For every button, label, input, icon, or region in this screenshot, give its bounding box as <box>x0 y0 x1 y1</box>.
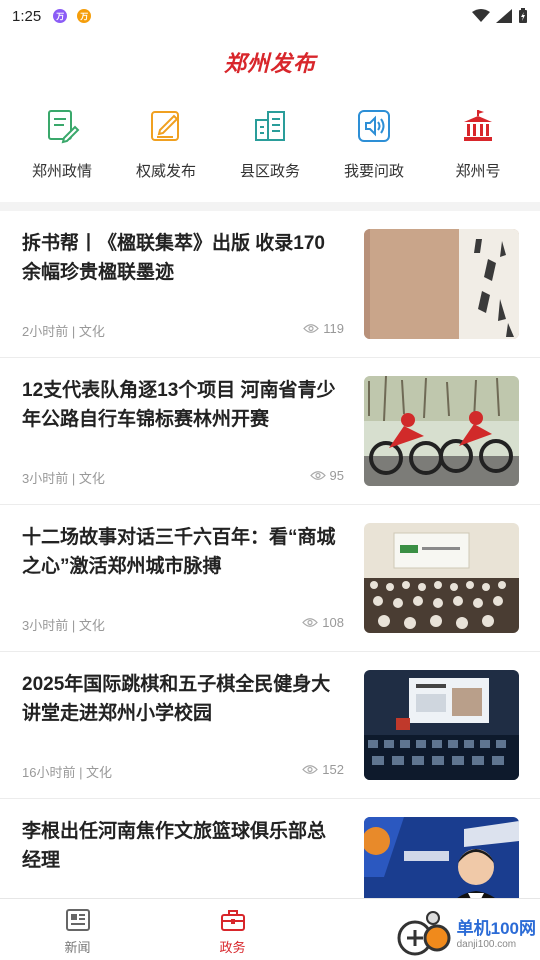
article-title: 12支代表队角逐13个项目 河南省青少年公路自行车锦标赛林州开赛 <box>22 380 336 430</box>
article-meta: 3小时前 | 文化 <box>22 471 105 486</box>
quicknav-label: 县区政务 <box>239 163 300 180</box>
view-count-value: 108 <box>322 615 344 630</box>
brand-logo: 郑州发布 <box>223 51 316 77</box>
article-meta: 16小时前 | 文化 <box>22 765 113 780</box>
tab-news[interactable]: 新闻 <box>0 899 155 960</box>
article-thumbnail <box>364 229 519 339</box>
article-thumbnail <box>364 376 519 486</box>
status-bar: 1:25 万 万 <box>0 0 540 32</box>
signal-icon <box>496 9 512 23</box>
view-count: 95 <box>309 468 344 483</box>
view-count-value: 119 <box>323 321 344 336</box>
article-row[interactable]: 2025年国际跳棋和五子棋全民健身大讲堂走进郑州小学校园 16小时前 | 文化 … <box>0 652 540 799</box>
article-title: 李根出任河南焦作文旅篮球俱乐部总经理 <box>22 821 327 871</box>
article-list: 拆书帮丨《楹联集萃》出版 收录170余幅珍贵楹联墨迹 2小时前 | 文化 119… <box>0 211 540 946</box>
section-divider <box>0 202 540 211</box>
eye-icon <box>302 765 319 774</box>
app-header: 郑州发布 <box>0 32 540 92</box>
quicknav-label: 郑州政情 <box>31 163 92 180</box>
article-row[interactable]: 十二场故事对话三千六百年：看“商城之心”激活郑州城市脉搏 3小时前 | 文化 1… <box>0 505 540 652</box>
quicknav-label: 权威发布 <box>135 163 196 180</box>
quicknav-item-authority[interactable]: 权威发布 <box>118 100 214 190</box>
gamepad-logo-icon <box>397 911 451 956</box>
article-title: 2025年国际跳棋和五子棋全民健身大讲堂走进郑州小学校园 <box>22 674 331 724</box>
eye-icon <box>303 324 320 333</box>
article-title: 十二场故事对话三千六百年：看“商城之心”激活郑州城市脉搏 <box>22 527 336 577</box>
quicknav-item-zzhao[interactable]: 郑州号 <box>430 100 526 190</box>
article-meta: 2小时前 | 文化 <box>22 324 105 339</box>
speaker-icon <box>354 106 394 146</box>
view-count: 119 <box>303 321 344 336</box>
view-count-value: 95 <box>329 468 344 483</box>
article-row[interactable]: 12支代表队角逐13个项目 河南省青少年公路自行车锦标赛林州开赛 3小时前 | … <box>0 358 540 505</box>
quicknav-item-zhengqing[interactable]: 郑州政情 <box>14 100 110 190</box>
battery-icon <box>519 8 527 23</box>
notification-icon: 万 <box>77 9 92 23</box>
quicknav-label: 郑州号 <box>455 163 501 180</box>
quicknav-label: 我要问政 <box>343 163 404 180</box>
notification-icon: 万 <box>53 9 68 23</box>
quick-nav: 郑州政情 权威发布 县区政务 我要问政 郑州号 <box>0 100 540 190</box>
watermark-title: 单机100网 <box>456 919 536 938</box>
briefcase-icon <box>220 910 245 931</box>
article-thumbnail <box>364 523 519 633</box>
tab-government[interactable]: 政务 <box>155 899 310 960</box>
article-title: 拆书帮丨《楹联集萃》出版 收录170余幅珍贵楹联墨迹 <box>22 233 325 283</box>
eye-icon <box>302 618 319 627</box>
watermark-url: danji100.com <box>456 939 517 950</box>
buildings-icon <box>250 106 290 146</box>
tab-label: 政务 <box>219 940 246 955</box>
wifi-icon <box>472 9 490 22</box>
site-watermark: 单机100网 danji100.com <box>393 908 536 956</box>
article-row[interactable]: 拆书帮丨《楹联集萃》出版 收录170余幅珍贵楹联墨迹 2小时前 | 文化 119 <box>0 211 540 358</box>
article-thumbnail <box>364 670 519 780</box>
view-count-value: 152 <box>322 762 344 777</box>
edit-note-icon <box>146 106 186 146</box>
view-count: 108 <box>302 615 344 630</box>
tab-label: 新闻 <box>64 940 91 955</box>
quicknav-item-inquiry[interactable]: 我要问政 <box>326 100 422 190</box>
quicknav-item-county[interactable]: 县区政务 <box>222 100 318 190</box>
article-meta: 3小时前 | 文化 <box>22 618 105 633</box>
status-time: 1:25 <box>12 7 42 25</box>
view-count: 152 <box>302 762 344 777</box>
eye-icon <box>309 471 326 480</box>
newspaper-icon <box>65 909 90 931</box>
document-edit-icon <box>42 106 82 146</box>
government-building-icon <box>458 106 498 146</box>
